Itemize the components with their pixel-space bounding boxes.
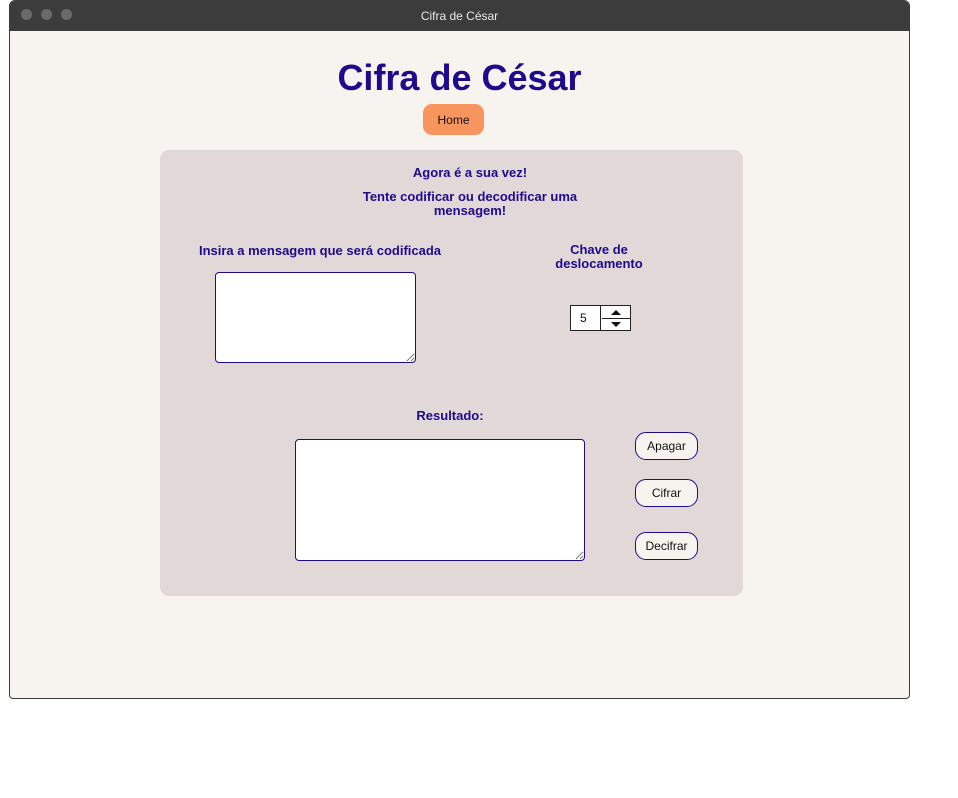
intro-subheading: Tente codificar ou decodificar uma mensa… — [362, 189, 578, 218]
home-button[interactable]: Home — [423, 104, 484, 135]
cipher-card: Agora é a sua vez! Tente codificar ou de… — [160, 150, 743, 596]
arrow-up-icon — [611, 309, 621, 315]
app-window: Cifra de César Cifra de César Home Agora… — [9, 0, 910, 699]
key-value[interactable]: 5 — [571, 306, 601, 330]
result-output[interactable] — [295, 439, 585, 561]
result-label: Resultado: — [416, 408, 484, 423]
window-controls — [21, 9, 72, 20]
message-input[interactable] — [215, 272, 416, 363]
key-stepper[interactable]: 5 — [570, 305, 631, 331]
page-title: Cifra de César — [337, 57, 582, 98]
decrypt-button[interactable]: Decifrar — [635, 532, 698, 560]
maximize-window-button[interactable] — [61, 9, 72, 20]
close-window-button[interactable] — [21, 9, 32, 20]
message-label: Insira a mensagem que será codificada — [198, 243, 442, 258]
clear-button[interactable]: Apagar — [635, 432, 698, 460]
key-label: Chave de deslocamento — [555, 242, 643, 271]
intro-heading: Agora é a sua vez! — [412, 165, 528, 180]
window-title: Cifra de César — [420, 9, 499, 23]
encrypt-button[interactable]: Cifrar — [635, 479, 698, 507]
arrow-down-icon — [611, 321, 621, 327]
title-bar: Cifra de César — [10, 1, 909, 31]
decrement-button[interactable] — [602, 318, 630, 330]
minimize-window-button[interactable] — [41, 9, 52, 20]
